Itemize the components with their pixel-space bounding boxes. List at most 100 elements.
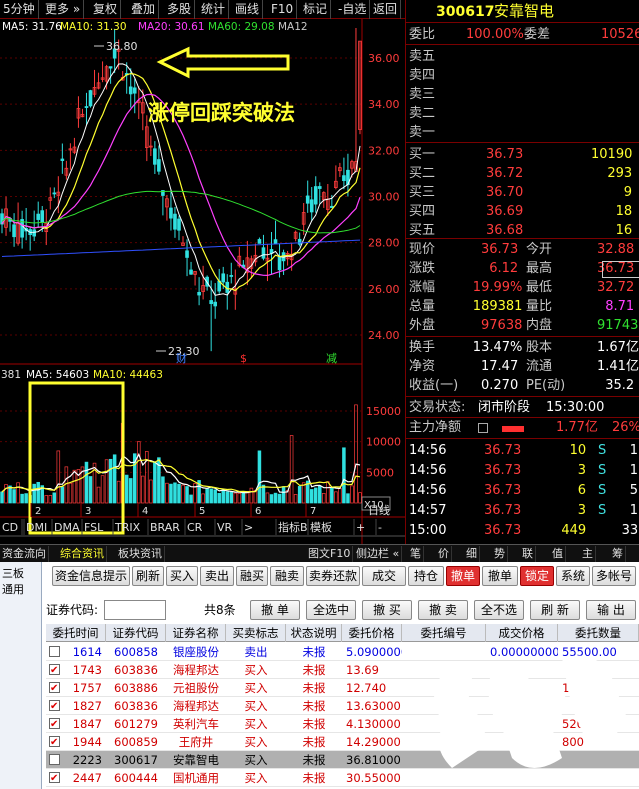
volume-bar <box>313 487 318 504</box>
volume-bar <box>165 482 169 504</box>
price-tick-label: 30.00 <box>368 191 400 204</box>
order-button-9[interactable]: 撤单 <box>446 566 480 586</box>
volume-bar <box>265 492 270 504</box>
order-button-8[interactable]: 持仓 <box>408 566 444 586</box>
indicator-tab[interactable]: VR <box>217 521 233 534</box>
column-header[interactable]: 成交价格 <box>486 624 558 642</box>
stat-label: 量比 <box>526 299 553 314</box>
toolbar-item-10[interactable]: 返回 <box>370 0 402 19</box>
column-header[interactable]: 状态说明 <box>286 624 342 642</box>
cancel-row-button-3[interactable]: 撤 卖 <box>418 600 468 620</box>
side-tab-5[interactable]: 势 <box>492 546 508 562</box>
candle-body <box>88 90 93 107</box>
indicator-tab[interactable]: DMI <box>26 521 47 534</box>
indicator-tab[interactable]: BRAR <box>150 521 180 534</box>
tick-time: 15:00 <box>409 523 447 538</box>
toolbar-item-8[interactable]: 标记 <box>300 0 332 19</box>
event-marker[interactable]: 财 <box>176 351 187 365</box>
code-input[interactable] <box>104 600 166 620</box>
column-header[interactable]: 委托时间 <box>46 624 106 642</box>
toolbar-item-6[interactable]: 画线 <box>232 0 264 19</box>
toolbar-item-9[interactable]: -自选 <box>335 0 371 19</box>
buy-level-label: 买二 <box>409 166 436 181</box>
tick-count: 1 <box>629 503 639 518</box>
cancel-row-button-6[interactable]: 输 出 <box>586 600 636 620</box>
kline-chart-area[interactable]: 36.00 34.00 32.00 30.00 28.00 26.00 24.00 MA5: … <box>0 19 405 544</box>
indicator-tab[interactable]: DMA <box>54 521 80 534</box>
side-tab-4[interactable]: 细 <box>464 546 480 562</box>
order-button-13[interactable]: 多帐号 <box>592 566 636 586</box>
side-tab-1[interactable]: 侧边栏 « <box>354 546 403 562</box>
indicator-tab[interactable]: - <box>378 521 382 534</box>
order-button-1[interactable]: 刷新 <box>132 566 164 586</box>
table-header: 委托时间 证券代码 证券名称 买卖标志 状态说明 委托价格 委托编号 成交价格 委托数量 <box>46 624 639 642</box>
toolbar-item-4[interactable]: 多股 <box>164 0 196 19</box>
event-marker[interactable]: $ <box>240 352 247 365</box>
panel-left-item[interactable]: 三板 <box>2 568 24 579</box>
cancel-row-button-2[interactable]: 撤 买 <box>362 600 412 620</box>
period-label[interactable]: 日线 <box>368 503 390 517</box>
indicator-tab[interactable]: 指标B <box>278 520 308 534</box>
order-button-2[interactable]: 买入 <box>166 566 198 586</box>
candle-body <box>84 106 89 108</box>
column-header[interactable]: 委托数量 <box>558 624 639 642</box>
toolbar-item-1[interactable]: 更多 » <box>42 0 85 19</box>
toolbar-item-0[interactable]: 5分钟 <box>0 0 39 19</box>
order-button-12[interactable]: 系统 <box>556 566 590 586</box>
cell-name: 元祖股份 <box>173 681 219 695</box>
cell-price: 13.63000 <box>346 699 401 713</box>
indicator-tab[interactable]: 模板 <box>310 520 332 534</box>
info-tab-1[interactable]: 综合资讯 <box>58 546 107 562</box>
indicator-tab[interactable]: FSL <box>84 521 104 534</box>
candle-body <box>197 291 201 296</box>
volume-bar <box>185 486 189 504</box>
info-tab-2[interactable]: 板块资讯 <box>116 546 165 562</box>
toolbar-item-2[interactable]: 复权 <box>90 0 122 19</box>
order-button-10[interactable]: 撤单 <box>482 566 518 586</box>
tick-time: 14:56 <box>409 443 447 458</box>
weibi-value: 100.00% <box>466 27 524 42</box>
info-tab-0[interactable]: 资金流向 <box>0 546 49 562</box>
cancel-row-button-1[interactable]: 全选中 <box>306 600 356 620</box>
side-tab-2[interactable]: 笔 <box>408 546 424 562</box>
side-tab-8[interactable]: 主 <box>580 546 596 562</box>
side-tab-7[interactable]: 值 <box>550 546 566 562</box>
panel-left-item[interactable]: 通用 <box>2 584 24 595</box>
cancel-row-button-0[interactable]: 撤 单 <box>250 600 300 620</box>
side-tab-0[interactable]: 图文F10 <box>306 546 354 562</box>
indicator-tab[interactable]: > <box>244 521 253 534</box>
order-button-6[interactable]: 卖券还款 <box>306 566 360 586</box>
side-tab-3[interactable]: 价 <box>436 546 452 562</box>
column-header[interactable]: 委托编号 <box>402 624 486 642</box>
indicator-tab[interactable]: CR <box>187 521 203 534</box>
order-button-4[interactable]: 融买 <box>236 566 268 586</box>
indicator-tab[interactable]: CD <box>2 521 18 534</box>
volume-bar <box>354 404 358 504</box>
volume-bar <box>309 489 314 504</box>
side-tab-6[interactable]: 联 <box>520 546 536 562</box>
cancel-row-button-5[interactable]: 刷 新 <box>530 600 580 620</box>
order-button-11[interactable]: 锁定 <box>520 566 554 586</box>
column-header[interactable]: 证券代码 <box>106 624 166 642</box>
toolbar-item-3[interactable]: 叠加 <box>128 0 160 19</box>
side-tab-9[interactable]: 筹 <box>610 546 626 562</box>
indicator-tab[interactable]: + <box>356 521 365 534</box>
volume-bar <box>116 480 121 504</box>
candle-body <box>153 148 157 165</box>
event-marker[interactable]: 减 <box>326 352 337 365</box>
column-header[interactable]: 买卖标志 <box>226 624 286 642</box>
cancel-row-button-4[interactable]: 全不选 <box>474 600 524 620</box>
order-button-7[interactable]: 成交 <box>362 566 406 586</box>
order-button-0[interactable]: 资金信息提示 <box>52 566 130 586</box>
toolbar-item-5[interactable]: 统计 <box>198 0 230 19</box>
indicator-tab[interactable]: TRIX <box>114 521 141 534</box>
column-header[interactable]: 委托价格 <box>342 624 402 642</box>
order-button-5[interactable]: 融卖 <box>270 566 304 586</box>
volume-bar <box>330 487 334 504</box>
candle-body <box>173 213 177 230</box>
order-button-3[interactable]: 卖出 <box>200 566 234 586</box>
grid-icon[interactable] <box>478 423 488 433</box>
column-header[interactable]: 证券名称 <box>166 624 226 642</box>
sell-level-label: 卖四 <box>409 68 436 83</box>
toolbar-item-7[interactable]: F10 <box>268 0 298 19</box>
